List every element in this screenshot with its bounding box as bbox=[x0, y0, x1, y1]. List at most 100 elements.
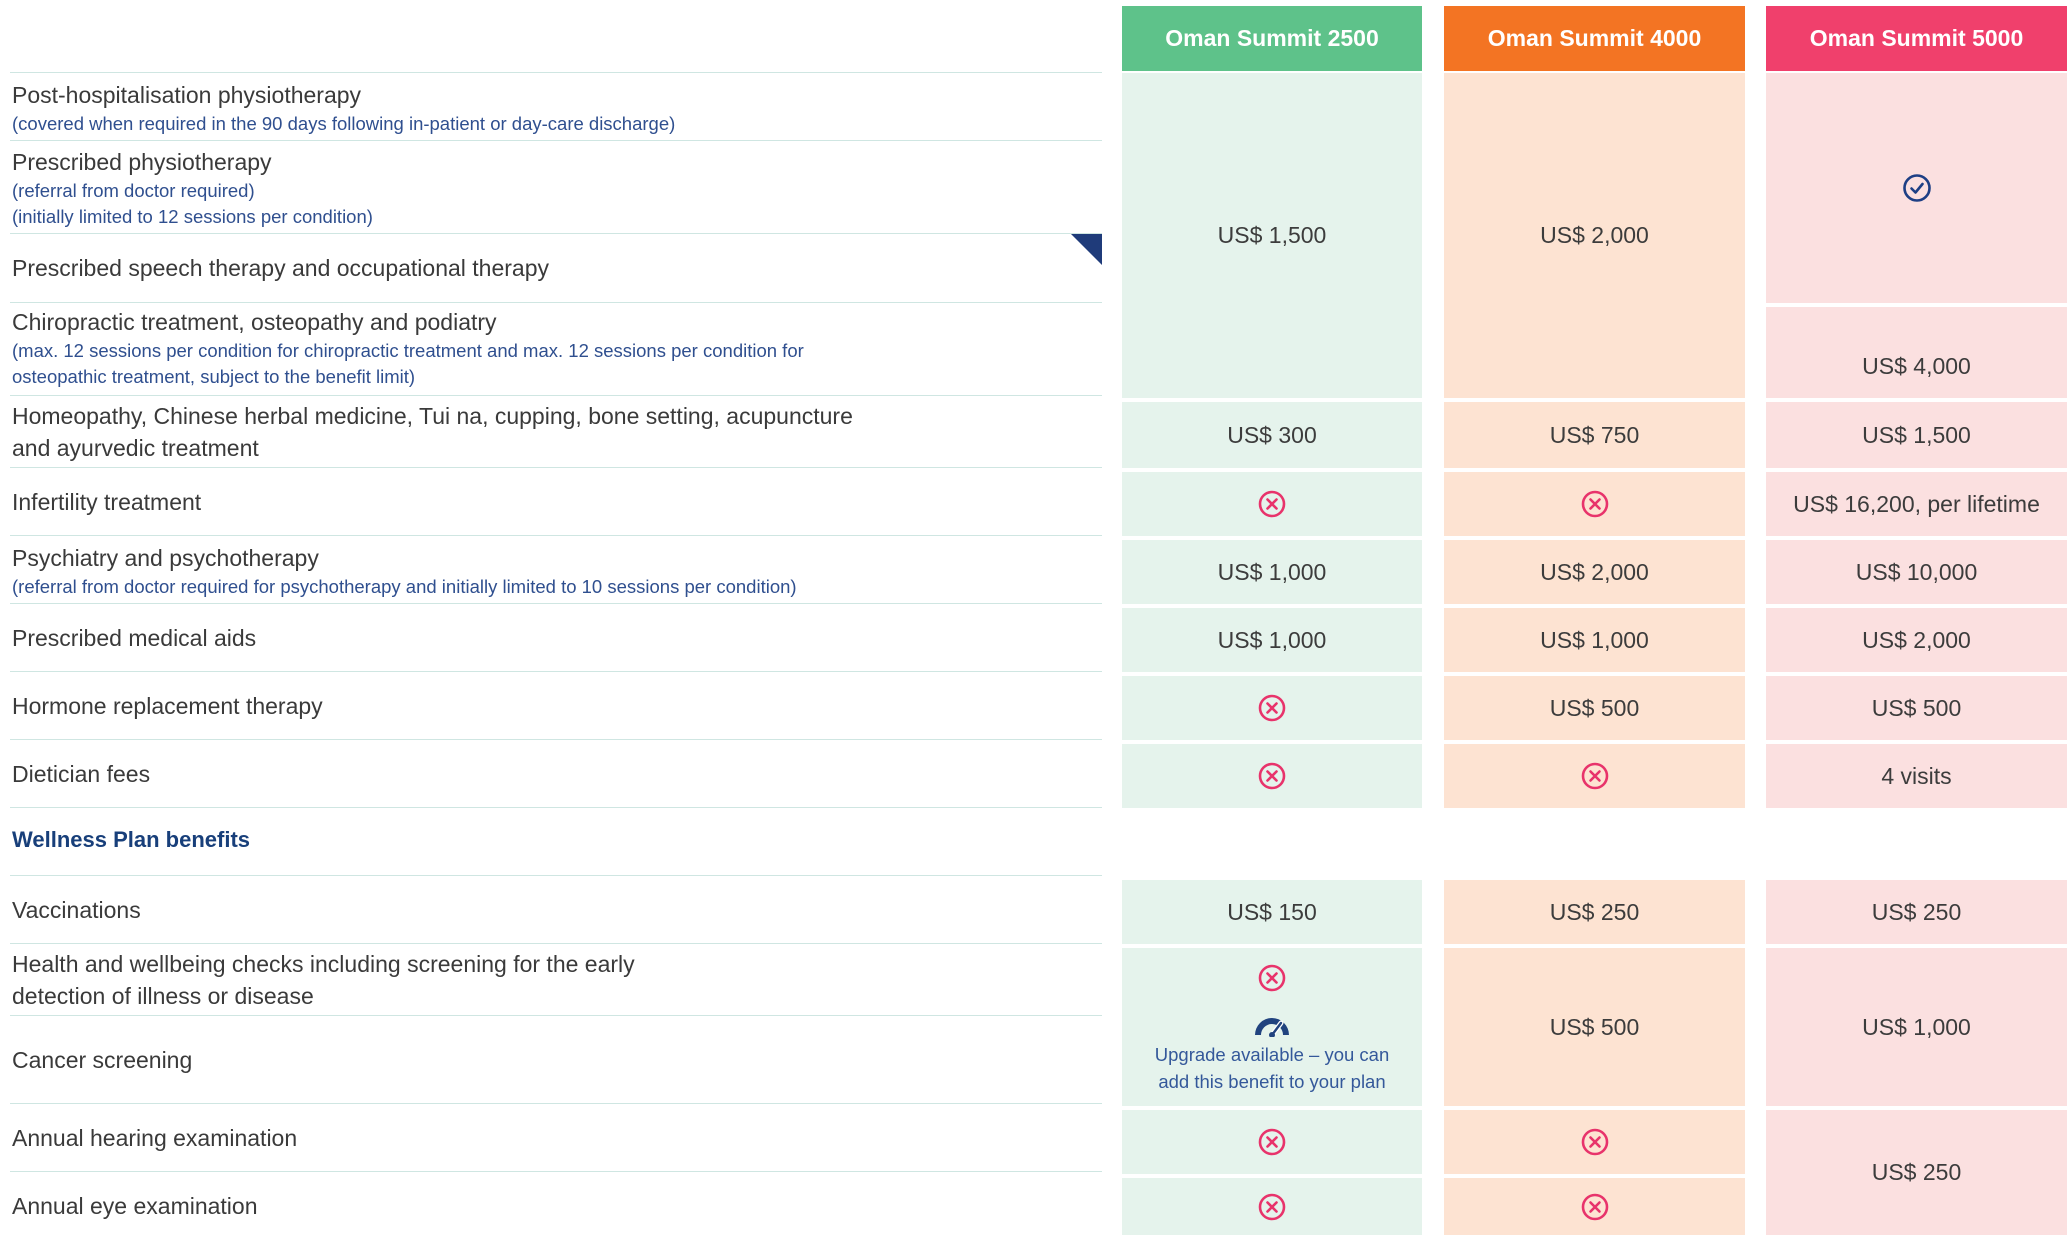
cell-homeopathy-5000: US$ 1,500 bbox=[1766, 402, 2067, 468]
cell-medical-aids-4000: US$ 1,000 bbox=[1444, 608, 1745, 672]
row-note: (referral from doctor required) bbox=[12, 180, 255, 201]
row-label-psychiatry-psychotherapy: Psychiatry and psychotherapy (referral f… bbox=[12, 542, 892, 600]
cell-value: US$ 1,500 bbox=[1862, 421, 1971, 448]
row-divider bbox=[10, 140, 1102, 141]
row-divider bbox=[10, 1103, 1102, 1104]
upgrade-note-line: add this benefit to your plan bbox=[1158, 1071, 1386, 1092]
row-title: Prescribed speech therapy and occupation… bbox=[12, 255, 550, 281]
cell-eye-2500 bbox=[1122, 1178, 1422, 1235]
cell-eye-4000 bbox=[1444, 1178, 1745, 1235]
row-title: detection of illness or disease bbox=[12, 983, 314, 1009]
row-title: Post-hospitalisation physiotherapy bbox=[12, 82, 362, 108]
plan-header-4000: Oman Summit 4000 bbox=[1444, 6, 1745, 71]
row-divider bbox=[10, 875, 1102, 876]
row-divider bbox=[10, 302, 1102, 303]
row-title: Homeopathy, Chinese herbal medicine, Tui… bbox=[12, 403, 853, 429]
cell-chiropractic-5000: US$ 4,000 bbox=[1766, 307, 2067, 398]
row-title: Prescribed medical aids bbox=[12, 625, 257, 651]
row-label-annual-eye-examination: Annual eye examination bbox=[12, 1190, 892, 1222]
corner-marker-icon bbox=[1071, 234, 1102, 265]
row-title: Annual eye examination bbox=[12, 1193, 258, 1219]
cell-value: US$ 300 bbox=[1227, 421, 1317, 448]
row-title: Annual hearing examination bbox=[12, 1125, 298, 1151]
row-note: (referral from doctor required for psych… bbox=[12, 576, 797, 597]
gauge-icon bbox=[1255, 1018, 1289, 1037]
cell-value: US$ 500 bbox=[1549, 694, 1640, 721]
row-title: Dietician fees bbox=[12, 761, 151, 787]
row-label-prescribed-medical-aids: Prescribed medical aids bbox=[12, 622, 892, 654]
cell-dietician-2500 bbox=[1122, 744, 1422, 808]
x-circle-icon bbox=[1581, 490, 1608, 518]
row-divider bbox=[10, 1015, 1102, 1016]
row-title: Prescribed physiotherapy bbox=[12, 149, 272, 175]
plan-column-2500: Oman Summit 2500 US$ 1,500 US$ 300 US$ 1… bbox=[1122, 6, 1422, 1235]
cell-value: US$ 500 bbox=[1871, 694, 1962, 721]
cell-value: US$ 1,000 bbox=[1217, 558, 1327, 585]
row-title: Chiropractic treatment, osteopathy and p… bbox=[12, 309, 497, 335]
cell-psychiatry-4000: US$ 2,000 bbox=[1444, 540, 1745, 604]
cell-homeopathy-2500: US$ 300 bbox=[1122, 402, 1422, 468]
cell-vaccinations-5000: US$ 250 bbox=[1766, 880, 2067, 944]
cell-psychiatry-2500: US$ 1,000 bbox=[1122, 540, 1422, 604]
x-circle-icon bbox=[1258, 1193, 1286, 1220]
row-note: osteopathic treatment, subject to the be… bbox=[12, 366, 416, 387]
cell-value: US$ 16,200, per lifetime bbox=[1793, 490, 2040, 517]
plan-header-5000: Oman Summit 5000 bbox=[1766, 6, 2067, 71]
row-divider bbox=[10, 603, 1102, 604]
x-circle-icon bbox=[1258, 762, 1286, 790]
row-title: Psychiatry and psychotherapy bbox=[12, 545, 319, 571]
cell-hrt-5000: US$ 500 bbox=[1766, 676, 2067, 740]
cell-dietician-4000 bbox=[1444, 744, 1745, 808]
cell-hrt-4000: US$ 500 bbox=[1444, 676, 1745, 740]
cell-health-checks-5000: US$ 1,000 bbox=[1766, 948, 2067, 1106]
row-title: Infertility treatment bbox=[12, 489, 202, 515]
cell-medical-aids-5000: US$ 2,000 bbox=[1766, 608, 2067, 672]
cell-value: US$ 1,000 bbox=[1862, 1013, 1971, 1040]
cell-value: US$ 500 bbox=[1549, 1013, 1640, 1040]
cell-therapy-4000: US$ 2,000 bbox=[1444, 73, 1745, 398]
cell-vaccinations-2500: US$ 150 bbox=[1122, 880, 1422, 944]
row-divider bbox=[10, 72, 1102, 73]
upgrade-note: Upgrade available – you can add this ben… bbox=[1155, 1041, 1390, 1095]
cell-value: US$ 250 bbox=[1871, 1159, 1962, 1185]
cell-hearing-eye-5000: US$ 250 bbox=[1766, 1110, 2067, 1235]
cell-infertility-2500 bbox=[1122, 472, 1422, 536]
row-label-dietician-fees: Dietician fees bbox=[12, 758, 892, 790]
plan-column-4000: Oman Summit 4000 US$ 2,000 US$ 750 US$ 2… bbox=[1444, 6, 1745, 1235]
row-title: and ayurvedic treatment bbox=[12, 435, 259, 461]
x-circle-icon bbox=[1258, 490, 1286, 518]
cell-health-checks-2500: Upgrade available – you can add this ben… bbox=[1122, 948, 1422, 1106]
row-divider bbox=[10, 739, 1102, 740]
cell-value: US$ 4,000 bbox=[1862, 353, 1971, 379]
row-label-annual-hearing-examination: Annual hearing examination bbox=[12, 1122, 892, 1154]
plan-header-2500: Oman Summit 2500 bbox=[1122, 6, 1422, 71]
cell-value: US$ 250 bbox=[1549, 898, 1640, 925]
x-circle-icon bbox=[1258, 694, 1286, 722]
plan-column-5000: Oman Summit 5000 US$ 4,000 US$ 1,500 US$… bbox=[1766, 6, 2067, 1235]
row-label-post-hospitalisation-physiotherapy: Post-hospitalisation physiotherapy (cove… bbox=[12, 79, 892, 137]
upgrade-note-line: Upgrade available – you can bbox=[1154, 1044, 1390, 1065]
row-label-prescribed-physiotherapy: Prescribed physiotherapy (referral from … bbox=[12, 146, 892, 230]
cell-hearing-4000 bbox=[1444, 1110, 1745, 1174]
cell-value: US$ 2,000 bbox=[1862, 626, 1971, 653]
cell-value: US$ 10,000 bbox=[1855, 558, 1978, 585]
row-label-cancer-screening: Cancer screening bbox=[12, 1044, 892, 1076]
row-divider bbox=[10, 943, 1102, 944]
row-label-health-wellbeing-checks: Health and wellbeing checks including sc… bbox=[12, 948, 892, 1012]
x-circle-icon bbox=[1581, 762, 1608, 790]
row-label-homeopathy: Homeopathy, Chinese herbal medicine, Tui… bbox=[12, 400, 892, 464]
cell-medical-aids-2500: US$ 1,000 bbox=[1122, 608, 1422, 672]
row-divider bbox=[10, 671, 1102, 672]
cell-value: US$ 2,000 bbox=[1540, 222, 1649, 248]
row-divider bbox=[10, 395, 1102, 396]
row-divider bbox=[10, 233, 1102, 234]
row-divider bbox=[10, 467, 1102, 468]
cell-value: US$ 1,000 bbox=[1540, 626, 1649, 653]
cell-infertility-5000: US$ 16,200, per lifetime bbox=[1766, 472, 2067, 536]
cell-hearing-2500 bbox=[1122, 1110, 1422, 1174]
cell-dietician-5000: 4 visits bbox=[1766, 744, 2067, 808]
x-circle-icon bbox=[1258, 964, 1286, 992]
cell-value: US$ 1,000 bbox=[1217, 626, 1327, 653]
row-divider bbox=[10, 535, 1102, 536]
row-divider bbox=[10, 807, 1102, 808]
